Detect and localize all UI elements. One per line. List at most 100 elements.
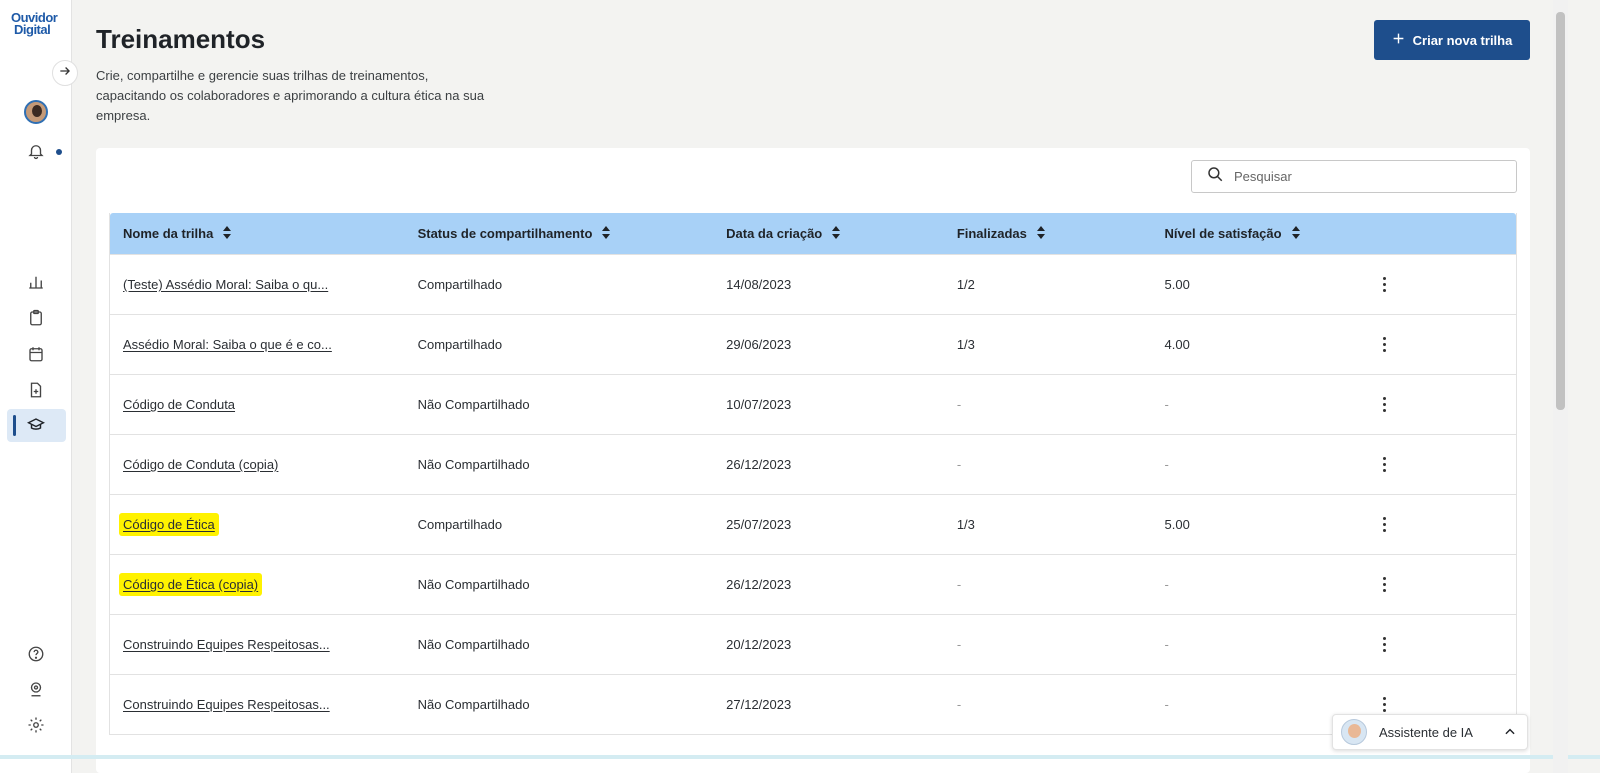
cell-actions	[1377, 517, 1516, 532]
chevron-up-icon[interactable]	[1503, 725, 1517, 742]
search-icon	[1206, 165, 1224, 188]
sort-icon[interactable]	[1291, 225, 1300, 242]
cell-actions	[1377, 337, 1516, 352]
cell-date: 25/07/2023	[726, 517, 792, 532]
sort-icon[interactable]	[832, 225, 841, 242]
column-label: Data da criação	[726, 226, 823, 241]
cell-satisfaction: 5.00	[1164, 517, 1190, 532]
column-header-status[interactable]: Status de compartilhamento	[418, 225, 727, 242]
cell-finished: -	[956, 637, 962, 652]
more-vertical-icon[interactable]	[1381, 637, 1387, 652]
file-add-icon[interactable]	[22, 376, 50, 404]
trail-name-link[interactable]: Código de Ética (copia)	[119, 573, 263, 596]
expand-sidebar-button[interactable]	[52, 60, 78, 86]
table-row[interactable]: Construindo Equipes Respeitosas... Não Co…	[110, 674, 1516, 734]
gear-icon[interactable]	[22, 711, 50, 739]
trail-name-link[interactable]: Assédio Moral: Saiba o que é e co...	[123, 337, 332, 352]
column-header-name[interactable]: Nome da trilha	[110, 225, 418, 242]
cell-actions	[1377, 697, 1516, 712]
more-vertical-icon[interactable]	[1381, 577, 1387, 592]
column-header-satisfaction[interactable]: Nível de satisfação	[1165, 225, 1378, 242]
notification-dot	[56, 149, 62, 155]
table-row[interactable]: (Teste) Assédio Moral: Saiba o qu... Comp…	[110, 254, 1516, 314]
more-vertical-icon[interactable]	[1381, 337, 1387, 352]
more-vertical-icon[interactable]	[1381, 457, 1387, 472]
help-icon[interactable]	[22, 640, 50, 668]
sort-icon[interactable]	[1036, 225, 1045, 242]
calendar-icon[interactable]	[22, 340, 50, 368]
cell-status: Não Compartilhado	[417, 697, 530, 712]
cell-satisfaction: -	[1164, 637, 1169, 652]
cell-finished: 1/2	[956, 277, 975, 292]
table-row[interactable]: Código de Ética Compartilhado 25/07/2023 1/…	[110, 494, 1516, 554]
cell-status: Não Compartilhado	[417, 637, 530, 652]
cell-satisfaction: -	[1164, 577, 1169, 592]
trails-table: Nome da trilha Status de compartilhament…	[109, 213, 1517, 735]
table-row[interactable]: Código de Ética (copia) Não Compartilhado…	[110, 554, 1516, 614]
cell-status: Compartilhado	[417, 277, 503, 292]
graduation-cap-icon[interactable]	[22, 411, 50, 439]
cell-satisfaction: 5.00	[1164, 277, 1190, 292]
search-input[interactable]	[1234, 169, 1494, 184]
cell-name: Construindo Equipes Respeitosas...	[110, 637, 418, 652]
user-avatar[interactable]	[24, 100, 48, 124]
cell-actions	[1377, 457, 1516, 472]
scrollbar-thumb[interactable]	[1556, 12, 1565, 410]
cell-satisfaction: -	[1164, 397, 1169, 412]
cell-actions	[1377, 397, 1516, 412]
cell-status: Não Compartilhado	[417, 397, 530, 412]
trail-name-link[interactable]: Código de Ética	[119, 513, 219, 536]
location-icon[interactable]	[22, 675, 50, 703]
cell-name: Código de Ética (copia)	[110, 573, 418, 596]
cell-actions	[1377, 637, 1516, 652]
column-header-date[interactable]: Data da criação	[726, 225, 957, 242]
cell-actions	[1377, 277, 1516, 292]
active-indicator	[13, 415, 16, 436]
ai-assistant-widget[interactable]: Assistente de IA	[1332, 714, 1528, 750]
arrow-right-icon	[58, 64, 72, 83]
create-trail-button[interactable]: Criar nova trilha	[1374, 20, 1530, 60]
cell-name: Assédio Moral: Saiba o que é e co...	[110, 337, 418, 352]
cell-date: 27/12/2023	[726, 697, 792, 712]
cell-satisfaction: -	[1164, 697, 1169, 712]
clipboard-icon[interactable]	[22, 304, 50, 332]
bell-icon[interactable]	[22, 137, 50, 165]
cell-actions	[1377, 577, 1516, 592]
table-row[interactable]: Construindo Equipes Respeitosas... Não Co…	[110, 614, 1516, 674]
sidebar: Ouvidor Digital	[0, 0, 72, 773]
cell-finished: -	[956, 397, 962, 412]
more-vertical-icon[interactable]	[1381, 697, 1387, 712]
column-label: Finalizadas	[956, 226, 1027, 241]
sort-icon[interactable]	[602, 225, 611, 242]
more-vertical-icon[interactable]	[1381, 397, 1387, 412]
table-row[interactable]: Código de Conduta (copia) Não Compartilha…	[110, 434, 1516, 494]
chart-icon[interactable]	[22, 268, 50, 296]
trail-name-link[interactable]: Código de Conduta	[123, 397, 235, 412]
create-trail-label: Criar nova trilha	[1412, 32, 1513, 48]
cell-status: Não Compartilhado	[417, 457, 530, 472]
table-header: Nome da trilha Status de compartilhament…	[110, 213, 1516, 254]
trail-name-link[interactable]: Código de Conduta (copia)	[123, 457, 278, 472]
sort-icon[interactable]	[223, 225, 232, 242]
cell-name: (Teste) Assédio Moral: Saiba o qu...	[110, 277, 418, 292]
table-row[interactable]: Código de Conduta Não Compartilhado 10/07/…	[110, 374, 1516, 434]
cell-name: Construindo Equipes Respeitosas...	[110, 697, 418, 712]
trail-name-link[interactable]: (Teste) Assédio Moral: Saiba o qu...	[123, 277, 328, 292]
page-scrollbar[interactable]	[1553, 0, 1568, 773]
cell-date: 26/12/2023	[726, 457, 792, 472]
search-box[interactable]	[1191, 160, 1517, 193]
cell-date: 29/06/2023	[726, 337, 792, 352]
more-vertical-icon[interactable]	[1381, 517, 1387, 532]
plus-icon	[1392, 32, 1405, 48]
cell-date: 14/08/2023	[726, 277, 792, 292]
bottom-strip	[0, 755, 1600, 759]
more-vertical-icon[interactable]	[1381, 277, 1387, 292]
trail-name-link[interactable]: Construindo Equipes Respeitosas...	[123, 637, 330, 652]
column-header-finished[interactable]: Finalizadas	[956, 225, 1165, 242]
cell-date: 20/12/2023	[726, 637, 792, 652]
trail-name-link[interactable]: Construindo Equipes Respeitosas...	[123, 697, 330, 712]
cell-finished: 1/3	[956, 337, 975, 352]
logo[interactable]: Ouvidor Digital	[11, 11, 63, 36]
table-row[interactable]: Assédio Moral: Saiba o que é e co... Comp…	[110, 314, 1516, 374]
page-description: Crie, compartilhe e gerencie suas trilha…	[96, 68, 485, 123]
